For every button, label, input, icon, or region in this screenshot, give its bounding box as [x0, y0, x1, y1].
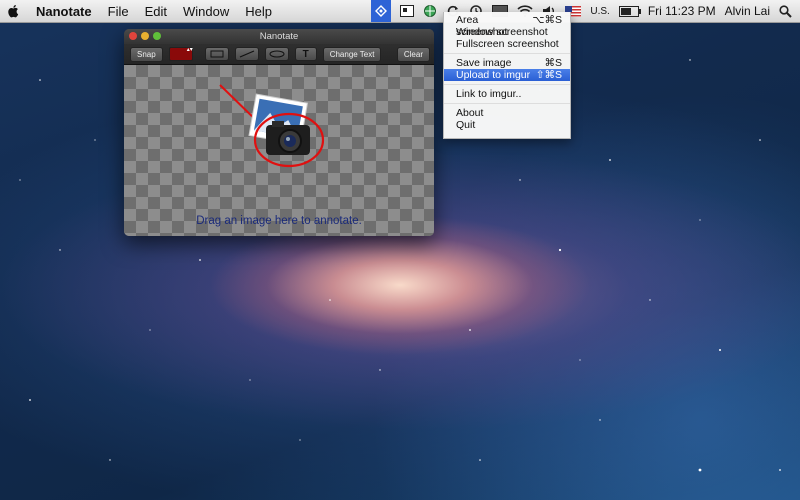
menu-separator	[444, 84, 570, 85]
nanotate-window: Nanotate Snap T Change Text Clear	[124, 29, 434, 236]
minimize-window-button[interactable]	[141, 32, 149, 40]
rectangle-tool-button[interactable]	[204, 47, 229, 61]
nanotate-tray-menu: Area screenshot ⌥⌘S Window screenshot Fu…	[443, 12, 571, 139]
apple-menu-icon[interactable]	[8, 3, 20, 19]
zoom-window-button[interactable]	[153, 32, 161, 40]
rectangle-icon	[210, 50, 224, 58]
ellipse-icon	[269, 50, 285, 58]
menu-item-window-screenshot[interactable]: Window screenshot	[444, 26, 570, 38]
menu-bar: Nanotate File Edit Window Help U.S. Fri …	[0, 0, 800, 23]
drop-illustration	[219, 84, 325, 168]
arrow-line-icon	[239, 50, 254, 58]
menu-item-upload-to-imgur[interactable]: Upload to imgur ⇧⌘S	[444, 69, 570, 81]
globe-sync-icon[interactable]	[423, 3, 437, 19]
close-window-button[interactable]	[129, 32, 137, 40]
menu-separator	[444, 103, 570, 104]
menu-edit[interactable]: Edit	[145, 4, 167, 19]
menu-item-fullscreen-screenshot[interactable]: Fullscreen screenshot	[444, 38, 570, 50]
menu-item-about[interactable]: About	[444, 107, 570, 119]
menu-separator	[444, 53, 570, 54]
window-title: Nanotate	[259, 31, 299, 42]
grid-app-icon[interactable]	[400, 3, 415, 19]
menu-file[interactable]: File	[108, 4, 129, 19]
nanotate-tray-icon[interactable]	[371, 0, 392, 22]
menu-item-link-to-imgur[interactable]: Link to imgur..	[444, 88, 570, 100]
image-drop-canvas[interactable]: Drag an image here to annotate.	[124, 65, 434, 236]
window-titlebar[interactable]: Nanotate	[124, 29, 434, 44]
user-menu[interactable]: Alvin Lai	[725, 4, 770, 18]
color-picker[interactable]	[168, 47, 193, 61]
camera-icon	[266, 121, 310, 155]
clock[interactable]: Fri 11:23 PM	[648, 4, 716, 18]
input-source-label[interactable]: U.S.	[590, 6, 609, 17]
text-tool-icon: T	[302, 48, 309, 60]
battery-icon[interactable]	[618, 3, 641, 19]
drop-hint-text: Drag an image here to annotate.	[196, 215, 362, 227]
app-menu-nanotate[interactable]: Nanotate	[36, 4, 92, 19]
clear-button[interactable]: Clear	[396, 46, 430, 62]
snap-button[interactable]: Snap	[130, 46, 163, 62]
menu-item-quit[interactable]: Quit	[444, 119, 570, 131]
text-tool-button[interactable]: T	[294, 47, 317, 61]
ellipse-tool-button[interactable]	[264, 47, 289, 61]
line-tool-button[interactable]	[234, 47, 259, 61]
change-text-button[interactable]: Change Text	[322, 46, 382, 62]
menu-item-save-image[interactable]: Save image ⌘S	[444, 57, 570, 69]
spotlight-search-icon[interactable]	[779, 3, 792, 19]
menu-help[interactable]: Help	[245, 4, 272, 19]
annotation-toolbar: Snap T Change Text Clear	[124, 44, 434, 65]
menu-window[interactable]: Window	[183, 4, 229, 19]
menu-item-area-screenshot[interactable]: Area screenshot ⌥⌘S	[444, 14, 570, 38]
